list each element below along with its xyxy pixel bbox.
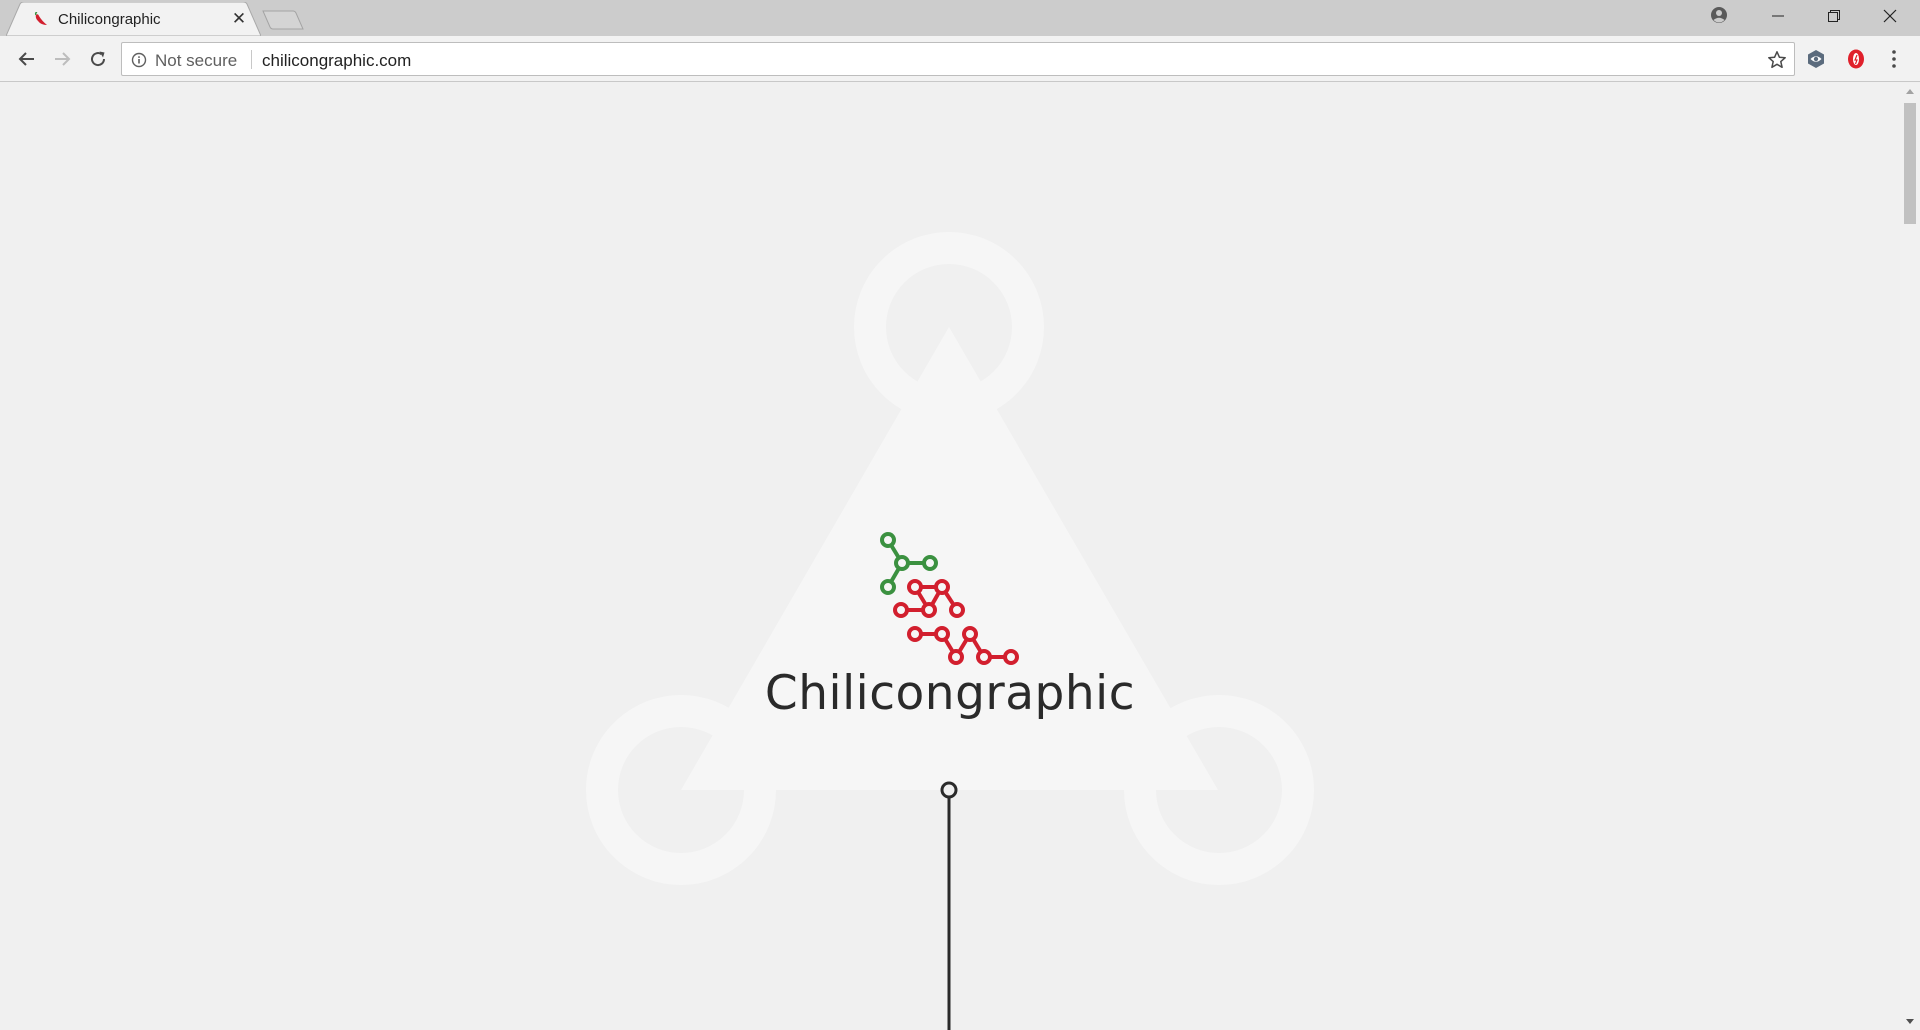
reload-button[interactable] <box>86 47 110 71</box>
minimize-icon <box>1772 15 1784 17</box>
tab-chilicongraphic[interactable]: Chilicongraphic ✕ <box>6 2 261 36</box>
triangle-up-icon <box>1906 88 1914 94</box>
restore-button[interactable] <box>1806 0 1862 32</box>
triangle-down-icon <box>1906 1018 1914 1024</box>
profile-icon[interactable] <box>1710 6 1728 24</box>
back-arrow-icon <box>18 52 34 66</box>
reload-icon <box>91 51 106 67</box>
close-icon <box>1883 9 1897 23</box>
opera-extension-icon[interactable] <box>1845 48 1867 70</box>
new-tab-button[interactable] <box>260 9 306 31</box>
more-vertical-icon[interactable] <box>1884 48 1904 70</box>
info-icon[interactable] <box>131 52 147 68</box>
forward-arrow-icon <box>55 52 71 66</box>
scroll-thumb[interactable] <box>1904 103 1916 224</box>
security-label[interactable]: Not secure <box>155 51 237 71</box>
minimize-button[interactable] <box>1750 0 1806 32</box>
eye-extension-icon[interactable] <box>1805 48 1827 70</box>
forward-button[interactable] <box>50 47 74 71</box>
star-icon[interactable] <box>1767 50 1787 70</box>
hero-graphic <box>586 232 1314 1030</box>
tab-title: Chilicongraphic <box>58 11 161 28</box>
restore-icon <box>1828 10 1840 22</box>
back-button[interactable] <box>15 47 39 71</box>
brand-name: Chilicongraphic <box>764 666 1136 721</box>
scroll-down-indicator[interactable] <box>940 781 958 1030</box>
scroll-up-button[interactable] <box>1900 83 1920 100</box>
scroll-down-button[interactable] <box>1900 1013 1920 1030</box>
page-viewport: Chilicongraphic <box>0 83 1920 1030</box>
tab-strip: Chilicongraphic ✕ <box>0 0 1920 36</box>
page-scrollbar[interactable] <box>1900 83 1920 1030</box>
omnibox-divider <box>251 50 252 69</box>
url-text[interactable]: chilicongraphic.com <box>262 51 411 71</box>
tab-close-icon[interactable]: ✕ <box>231 10 247 27</box>
chili-favicon-icon <box>34 12 47 25</box>
browser-toolbar: Not secure chilicongraphic.com <box>0 36 1920 82</box>
close-window-button[interactable] <box>1862 0 1918 32</box>
address-bar[interactable]: Not secure chilicongraphic.com <box>121 42 1795 76</box>
